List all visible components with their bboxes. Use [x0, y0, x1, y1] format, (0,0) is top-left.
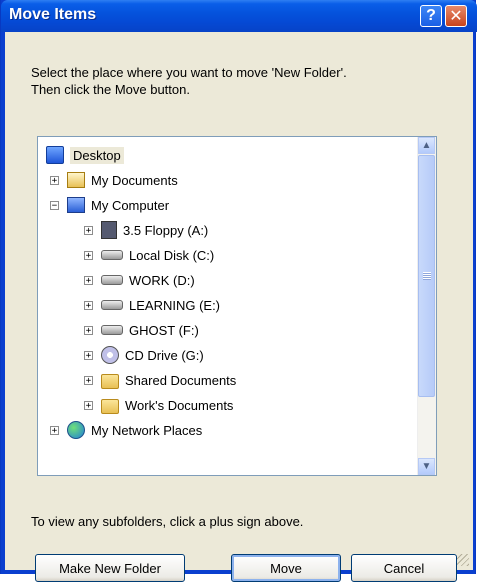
cd-drive-icon	[101, 346, 119, 364]
network-places-icon	[67, 421, 85, 439]
tree-item-work-d[interactable]: + WORK (D:)	[84, 268, 195, 292]
tree-item-my-documents[interactable]: + My Documents	[50, 168, 178, 192]
tree-item-label: CD Drive (G:)	[125, 347, 204, 363]
tree-item-shared-documents[interactable]: + Shared Documents	[84, 368, 236, 392]
tree-item-label: Desktop	[70, 146, 124, 164]
hard-drive-icon	[101, 325, 123, 335]
tree-item-label: Work's Documents	[125, 397, 234, 413]
tree-item-works-documents[interactable]: + Work's Documents	[84, 393, 233, 417]
tree-item-floppy-a[interactable]: + 3.5 Floppy (A:)	[84, 218, 208, 242]
close-icon: ✕	[449, 8, 463, 25]
hard-drive-icon	[101, 300, 123, 310]
tree-item-cd-drive-g[interactable]: + CD Drive (G:)	[84, 343, 204, 367]
tree-item-label: WORK (D:)	[129, 272, 195, 288]
collapse-icon[interactable]: −	[50, 200, 59, 210]
tree-item-label: GHOST (F:)	[129, 322, 199, 338]
tree-item-learning-e[interactable]: + LEARNING (E:)	[84, 293, 220, 317]
cancel-button[interactable]: Cancel	[351, 554, 457, 582]
help-icon: ?	[426, 7, 436, 24]
tree-item-label: LEARNING (E:)	[129, 297, 221, 313]
instruction-line-1: Select the place where you want to move …	[31, 65, 347, 80]
tree-item-label: Local Disk (C:)	[129, 247, 215, 263]
desktop-icon	[46, 146, 64, 164]
my-computer-icon	[67, 197, 85, 213]
move-items-dialog: Move Items ? ✕ Select the place where yo…	[0, 0, 477, 582]
tree-item-label: Shared Documents	[125, 372, 237, 388]
hard-drive-icon	[101, 250, 123, 260]
tree-item-label: My Documents	[91, 172, 178, 188]
expand-icon[interactable]: +	[84, 250, 93, 260]
tree-item-label: 3.5 Floppy (A:)	[123, 222, 209, 238]
move-button[interactable]: Move	[231, 554, 341, 582]
resize-grip-icon[interactable]	[457, 554, 469, 566]
scroll-thumb[interactable]	[418, 155, 435, 397]
expand-icon[interactable]: +	[84, 300, 93, 310]
folder-icon	[101, 398, 119, 414]
scroll-down-button[interactable]: ▼	[418, 458, 435, 475]
instruction-line-2: Then click the Move button.	[31, 82, 190, 97]
folder-tree[interactable]: Desktop + My Documents − My Computer + 3…	[37, 136, 437, 476]
subfolder-hint: To view any subfolders, click a plus sig…	[31, 514, 304, 529]
dialog-body: Select the place where you want to move …	[5, 32, 473, 582]
folder-icon	[101, 373, 119, 389]
tree-item-label: My Network Places	[91, 422, 203, 438]
chevron-up-icon: ▲	[421, 140, 432, 151]
tree-item-my-computer[interactable]: − My Computer	[50, 193, 169, 217]
chevron-down-icon: ▼	[421, 461, 432, 472]
tree-item-local-disk-c[interactable]: + Local Disk (C:)	[84, 243, 214, 267]
tree-item-ghost-f[interactable]: + GHOST (F:)	[84, 318, 199, 342]
hard-drive-icon	[101, 275, 123, 285]
expand-icon[interactable]: +	[50, 425, 59, 435]
grip-icon	[423, 272, 431, 280]
close-button[interactable]: ✕	[445, 5, 467, 27]
expand-icon[interactable]: +	[84, 325, 93, 335]
expand-icon[interactable]: +	[50, 175, 59, 185]
expand-icon[interactable]: +	[84, 275, 93, 285]
tree-item-my-network-places[interactable]: + My Network Places	[50, 418, 202, 442]
expand-icon[interactable]: +	[84, 375, 93, 385]
tree-item-label: My Computer	[91, 197, 170, 213]
my-documents-icon	[67, 172, 85, 188]
tree-item-desktop[interactable]: Desktop	[46, 143, 124, 167]
expand-icon[interactable]: +	[84, 400, 93, 410]
vertical-scrollbar[interactable]: ▲ ▼	[417, 137, 436, 475]
floppy-drive-icon	[101, 221, 117, 239]
help-button[interactable]: ?	[420, 5, 442, 27]
make-new-folder-button[interactable]: Make New Folder	[35, 554, 185, 582]
scroll-up-button[interactable]: ▲	[418, 137, 435, 154]
title-bar[interactable]: Move Items ? ✕	[1, 0, 477, 32]
dialog-title: Move Items	[9, 6, 97, 23]
instructions: Select the place where you want to move …	[31, 64, 451, 98]
expand-icon[interactable]: +	[84, 350, 93, 360]
expand-icon[interactable]: +	[84, 225, 93, 235]
